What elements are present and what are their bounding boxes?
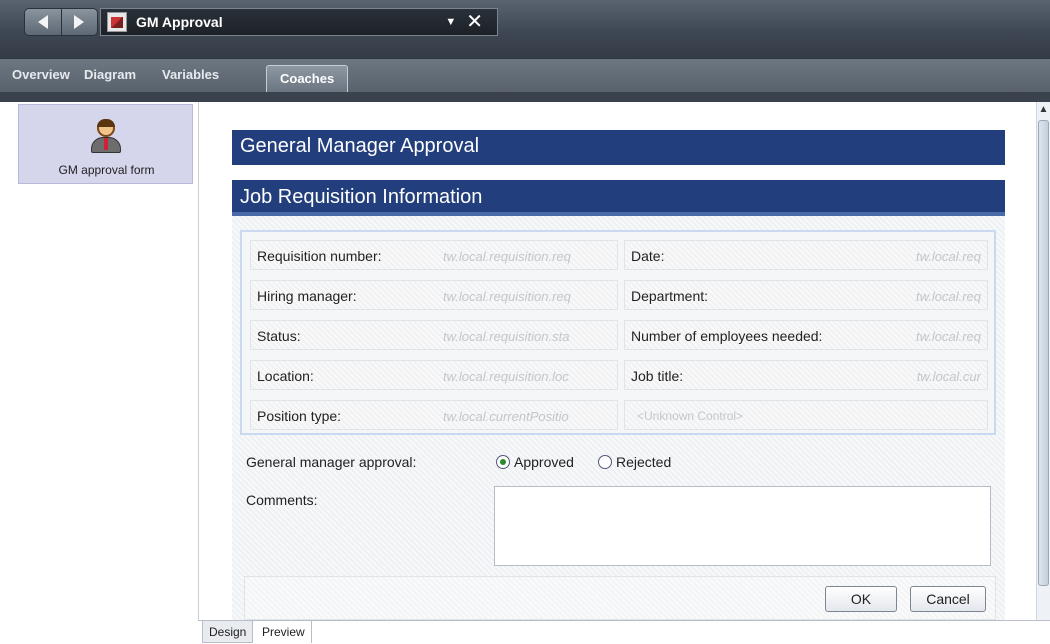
palette-item-gm-approval-form[interactable]: GM approval form [18,104,193,184]
field-binding: tw.local.req [915,249,981,264]
process-app-icon [107,12,127,32]
field-binding: tw.local.req [915,289,981,304]
field-label: Hiring manager: [257,288,357,304]
field-requisition-number[interactable]: Requisition number: tw.local.requisition… [250,240,618,270]
field-date[interactable]: Date: tw.local.req [624,240,988,270]
field-label: Position type: [257,408,342,424]
field-binding: tw.local.requisition.sta [443,329,570,344]
field-hiring-manager[interactable]: Hiring manager: tw.local.requisition.req [250,280,618,310]
tab-preview[interactable]: Preview [256,621,312,643]
tab-content-border [0,92,1050,102]
forward-button[interactable] [61,8,98,36]
radio-rejected-label[interactable]: Rejected [616,454,671,470]
radio-approved-label[interactable]: Approved [514,454,574,470]
ok-button[interactable]: OK [825,586,897,612]
form-title: General Manager Approval [232,130,1005,165]
tab-design[interactable]: Design [202,621,254,643]
editor-tabs: Overview Diagram Variables Coaches [0,58,1050,93]
arrow-right-icon [74,15,85,29]
field-location[interactable]: Location: tw.local.requisition.loc [250,360,618,390]
arrow-left-icon [37,15,48,29]
field-label: Location: [257,368,314,384]
field-label: Status: [257,328,301,344]
field-binding: tw.local.currentPositio [443,409,569,424]
view-mode-tabs: Design Preview [198,620,1050,644]
approval-label: General manager approval: [246,454,417,470]
unknown-control-label: <Unknown Control> [637,409,744,423]
left-field-column: Requisition number: tw.local.requisition… [250,240,618,431]
history-navigation [24,8,98,36]
field-label: Department: [631,288,709,304]
field-label: Requisition number: [257,248,382,264]
section-title: Job Requisition Information [232,180,1005,216]
cancel-button[interactable]: Cancel [910,586,986,612]
process-title: GM Approval [136,14,223,30]
vertical-scrollbar[interactable]: ▲ ▼ [1036,102,1050,642]
comments-textarea[interactable] [494,486,991,566]
right-field-column: Date: tw.local.req Department: tw.local.… [624,240,988,431]
field-position-type[interactable]: Position type: tw.local.currentPositio [250,400,618,430]
palette-item-label: GM approval form [58,163,155,177]
tab-overview[interactable]: Overview [12,67,70,82]
radio-approved[interactable] [496,455,510,469]
field-binding: tw.local.requisition.req [443,249,571,264]
chevron-down-icon[interactable]: ▼ [445,16,456,28]
field-binding: tw.local.requisition.req [443,289,571,304]
field-job-title[interactable]: Job title: tw.local.cur [624,360,988,390]
user-icon [91,119,121,153]
field-department[interactable]: Department: tw.local.req [624,280,988,310]
tab-coaches[interactable]: Coaches [266,65,349,93]
process-selector[interactable]: GM Approval ▼ ✕ [100,8,498,36]
scroll-thumb[interactable] [1038,120,1049,586]
scroll-up-icon[interactable]: ▲ [1037,102,1050,118]
field-label: Job title: [631,368,684,384]
field-unknown-control[interactable]: <Unknown Control> [624,400,988,430]
back-button[interactable] [24,8,62,36]
coach-palette: GM approval form [0,102,199,643]
field-binding: tw.local.req [915,329,981,344]
tab-variables[interactable]: Variables [162,67,219,82]
top-toolbar: GM Approval ▼ ✕ [0,0,1050,58]
field-label: Date: [631,248,665,264]
tab-diagram[interactable]: Diagram [84,67,136,82]
close-icon[interactable]: ✕ [466,12,483,32]
field-status[interactable]: Status: tw.local.requisition.sta [250,320,618,350]
field-binding: tw.local.requisition.loc [443,369,569,384]
comments-label: Comments: [246,492,318,508]
radio-rejected[interactable] [598,455,612,469]
field-binding: tw.local.cur [916,369,981,384]
field-number-of-employees[interactable]: Number of employees needed: tw.local.req [624,320,988,350]
field-label: Number of employees needed: [631,328,823,344]
approval-radio-group: General manager approval: Approved Rejec… [240,448,996,478]
requisition-fields-grid: Requisition number: tw.local.requisition… [240,230,996,435]
